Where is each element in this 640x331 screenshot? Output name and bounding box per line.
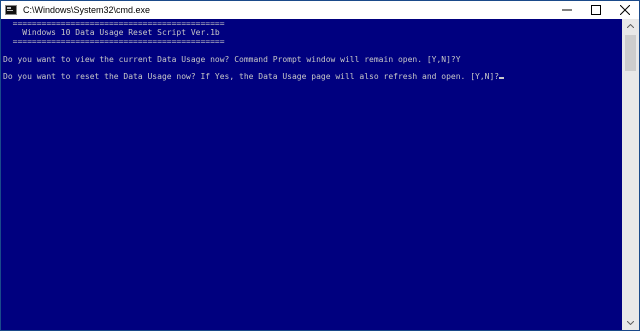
text-cursor: [499, 77, 505, 80]
window-controls: [552, 1, 639, 19]
maximize-button[interactable]: [581, 1, 610, 19]
chevron-down-icon: [627, 321, 634, 325]
cmd-window: C:\Windows\System32\cmd.exe ============…: [0, 0, 640, 331]
minimize-icon: [561, 9, 572, 11]
minimize-button[interactable]: [552, 1, 581, 19]
console-output: ========================================…: [1, 19, 622, 82]
cmd-icon[interactable]: [5, 5, 17, 15]
title-bar[interactable]: C:\Windows\System32\cmd.exe: [1, 1, 639, 19]
window-title: C:\Windows\System32\cmd.exe: [23, 5, 151, 15]
close-icon: [619, 5, 630, 15]
banner-top-rule: ========================================…: [3, 19, 225, 28]
close-button[interactable]: [610, 1, 639, 19]
scroll-down-button[interactable]: [622, 316, 639, 330]
vertical-scrollbar[interactable]: [622, 19, 639, 330]
scroll-thumb[interactable]: [625, 35, 636, 71]
scroll-up-button[interactable]: [622, 19, 639, 33]
banner-title: Windows 10 Data Usage Reset Script Ver.1…: [3, 27, 220, 37]
console-area[interactable]: ========================================…: [1, 19, 622, 330]
prompt-view-usage: Do you want to view the current Data Usa…: [3, 54, 461, 64]
banner-bottom-rule: ========================================…: [3, 36, 225, 46]
chevron-up-icon: [627, 24, 634, 28]
prompt-reset-usage: Do you want to reset the Data Usage now?…: [3, 72, 500, 82]
maximize-icon: [590, 5, 601, 15]
